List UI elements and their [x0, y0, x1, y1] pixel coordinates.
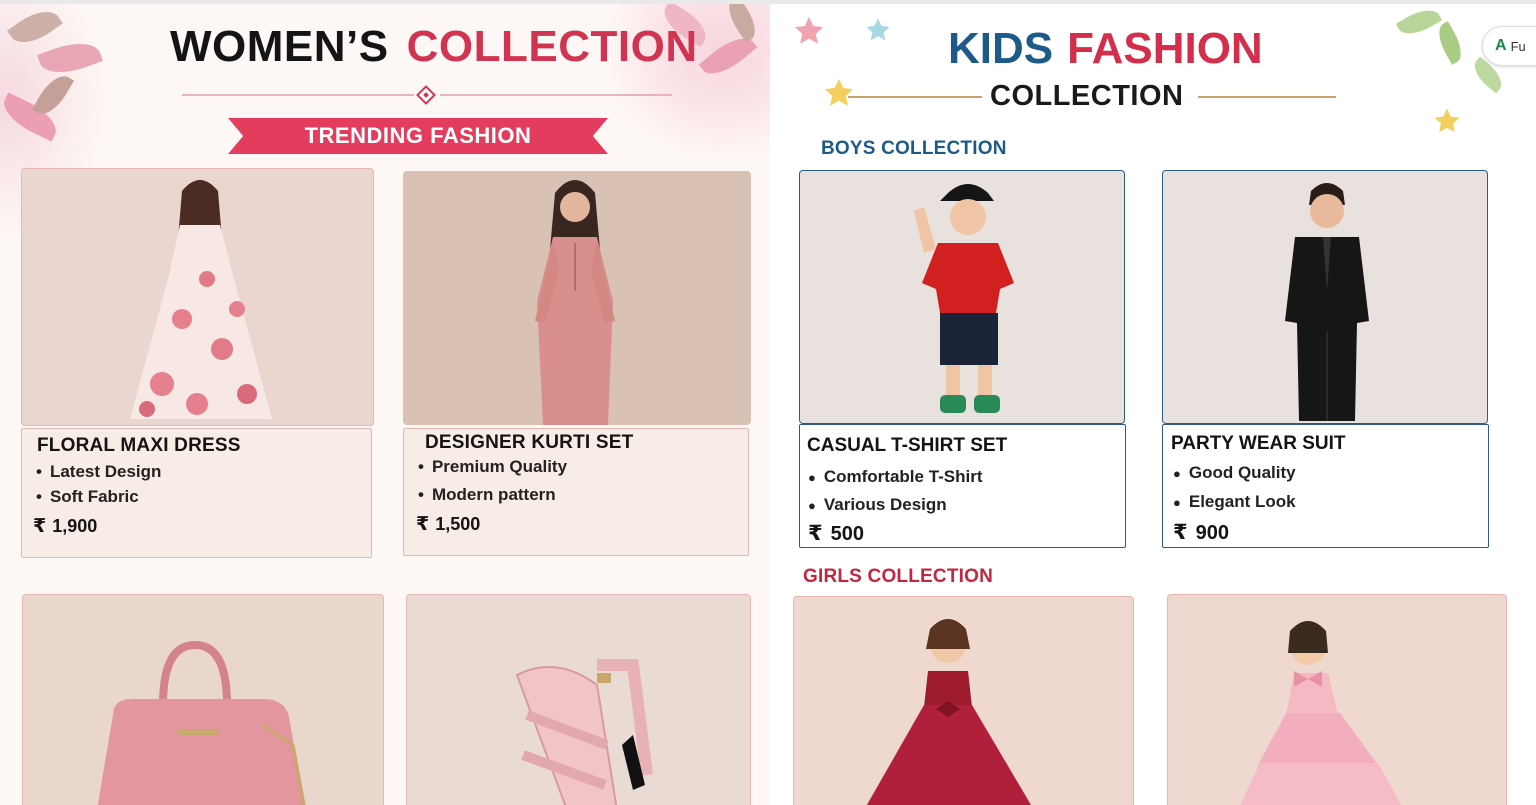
ribbon-label: TRENDING FASHION — [304, 123, 532, 148]
page-subtitle: COLLECTION — [990, 80, 1184, 112]
feature-text: Good Quality — [1188, 463, 1296, 482]
tshirt-set-image — [914, 184, 1014, 413]
diamond-ornament-icon — [416, 85, 436, 105]
bullet-icon: • — [418, 485, 424, 504]
rupee-icon: ₹ — [1173, 521, 1188, 544]
trending-ribbon: TRENDING FASHION — [228, 118, 608, 154]
bullet-icon: • — [36, 487, 42, 506]
divider — [440, 94, 672, 96]
feature-bullet: • Premium Quality — [418, 457, 567, 477]
product-price: ₹1,500 — [416, 513, 480, 536]
leaf-decoration — [1395, 4, 1443, 42]
product-image[interactable] — [1162, 170, 1488, 424]
product-image[interactable] — [799, 170, 1125, 424]
product-name: PARTY WEAR SUIT — [1171, 433, 1346, 454]
product-card[interactable]: FLORAL MAXI DRESS • Latest Design • Soft F… — [21, 168, 374, 558]
party-suit-image — [1285, 183, 1369, 421]
product-info: DESIGNER KURTI SET • Premium Quality • Mod… — [403, 428, 749, 556]
bullet-icon: • — [418, 457, 424, 476]
translate-button[interactable]: A Fu — [1482, 26, 1536, 66]
floral-dress-image — [130, 180, 272, 419]
product-card[interactable] — [793, 596, 1134, 805]
price-value: 1,900 — [52, 516, 98, 536]
price-value: 500 — [830, 523, 864, 545]
title-accent: FASHION — [1067, 24, 1263, 73]
feature-text: Latest Design — [49, 462, 162, 481]
product-name: FLORAL MAXI DRESS — [37, 435, 241, 456]
price-value: 900 — [1195, 522, 1229, 544]
feature-text: Premium Quality — [431, 457, 568, 476]
bullet-icon: ● — [1173, 495, 1181, 510]
product-name: DESIGNER KURTI SET — [425, 432, 634, 453]
feature-text: Various Design — [823, 495, 947, 514]
womens-collection-panel: WOMEN’S COLLECTION TRENDING FASHION FLORA… — [0, 4, 770, 805]
feature-bullet: • Latest Design — [36, 462, 161, 482]
price-value: 1,500 — [435, 514, 481, 534]
kurti-set-image — [535, 180, 615, 425]
star-icon — [824, 78, 854, 106]
product-card[interactable] — [22, 594, 384, 805]
page-title: KIDS FASHION — [948, 24, 1263, 74]
title-accent: COLLECTION — [406, 22, 698, 71]
translate-icon: A — [1495, 37, 1507, 54]
section-label: BOYS COLLECTION — [821, 138, 1007, 159]
page-title: WOMEN’S COLLECTION — [170, 22, 710, 72]
product-price: ₹900 — [1173, 520, 1229, 545]
divider — [1198, 96, 1336, 98]
rupee-icon: ₹ — [416, 514, 430, 535]
feature-bullet: ● Elegant Look — [1173, 492, 1296, 512]
product-price: ₹1,900 — [33, 515, 97, 538]
product-info: FLORAL MAXI DRESS • Latest Design • Soft F… — [21, 428, 372, 558]
product-card[interactable] — [1167, 594, 1507, 805]
feature-bullet: ● Good Quality — [1173, 463, 1296, 483]
product-card[interactable] — [406, 594, 751, 805]
product-card[interactable]: DESIGNER KURTI SET • Premium Quality • Mod… — [403, 171, 751, 556]
leaf-decoration — [1432, 21, 1468, 65]
feature-bullet: • Soft Fabric — [36, 487, 139, 507]
red-gown-image — [866, 619, 1032, 805]
kids-fashion-panel: KIDS FASHION COLLECTION BOYS COLLECTION C… — [770, 4, 1536, 805]
heels-image — [515, 659, 653, 805]
product-info: CASUAL T-SHIRT SET ● Comfortable T-Shirt … — [799, 424, 1126, 548]
product-card[interactable]: PARTY WEAR SUIT ● Good Quality ● Elegant L… — [1162, 170, 1489, 548]
product-info: PARTY WEAR SUIT ● Good Quality ● Elegant L… — [1162, 424, 1489, 548]
translate-label: Fu — [1510, 38, 1526, 54]
feature-text: Elegant Look — [1188, 492, 1296, 511]
product-image[interactable] — [22, 594, 384, 805]
bullet-icon: ● — [808, 470, 816, 485]
feature-bullet: ● Various Design — [808, 495, 947, 515]
feature-bullet: • Modern pattern — [418, 485, 556, 505]
feature-bullet: ● Comfortable T-Shirt — [808, 467, 983, 487]
product-image[interactable] — [406, 594, 751, 805]
feature-text: Modern pattern — [431, 485, 556, 504]
rupee-icon: ₹ — [808, 522, 823, 545]
star-icon — [866, 18, 890, 41]
rupee-icon: ₹ — [33, 516, 47, 537]
product-name: CASUAL T-SHIRT SET — [807, 435, 1008, 456]
title-part: KIDS — [948, 24, 1054, 73]
star-icon — [1434, 108, 1460, 133]
bullet-icon: ● — [1173, 466, 1181, 481]
product-card[interactable]: CASUAL T-SHIRT SET ● Comfortable T-Shirt … — [799, 170, 1126, 548]
title-part: WOMEN’S — [170, 22, 389, 71]
product-image[interactable] — [403, 171, 751, 425]
bullet-icon: ● — [808, 498, 816, 513]
bullet-icon: • — [36, 462, 42, 481]
product-price: ₹500 — [808, 521, 864, 546]
divider — [182, 94, 414, 96]
divider — [848, 96, 982, 98]
handbag-image — [97, 640, 306, 805]
feature-text: Soft Fabric — [49, 487, 139, 506]
pink-dress-image — [1240, 621, 1402, 805]
star-icon — [794, 16, 824, 44]
section-label: GIRLS COLLECTION — [803, 566, 994, 587]
product-image[interactable] — [21, 168, 374, 426]
feature-text: Comfortable T-Shirt — [823, 467, 983, 486]
